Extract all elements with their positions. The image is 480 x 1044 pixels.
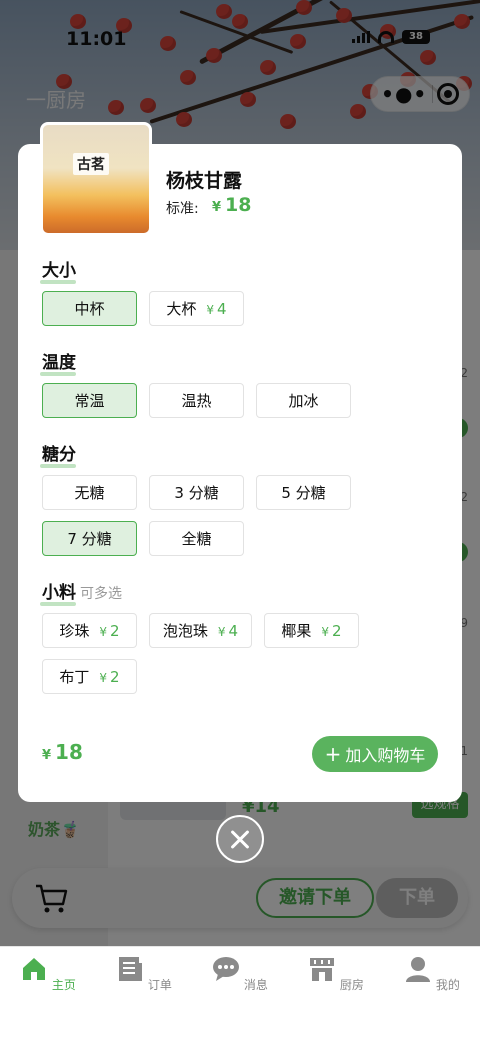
tab-messages[interactable]: 消息 <box>192 955 288 993</box>
kitchen-icon <box>310 958 335 981</box>
option-temp-warm[interactable]: 温热 <box>149 383 244 418</box>
option-size-large[interactable]: 大杯 ¥4 <box>149 291 244 326</box>
message-icon <box>213 957 240 981</box>
option-temp-ice[interactable]: 加冰 <box>256 383 351 418</box>
total-price: ¥18 <box>42 740 83 764</box>
product-price: ¥18 <box>212 194 252 216</box>
option-topping-pearl[interactable]: 珍珠 ¥2 <box>42 613 137 648</box>
option-sugar-50[interactable]: 5 分糖 <box>256 475 351 510</box>
product-image: 古茗 <box>40 122 152 236</box>
spec-popup: 杨枝甘露 标准: ¥18 大小 中杯 大杯 ¥4 温度 常温 温热 加冰 糖分 无… <box>18 144 462 802</box>
order-icon <box>119 957 143 981</box>
section-title-toppings: 小料 可多选 <box>40 578 122 606</box>
tab-home[interactable]: 主页 <box>0 955 96 993</box>
option-size-medium[interactable]: 中杯 <box>42 291 137 326</box>
tab-orders[interactable]: 订单 <box>96 955 192 993</box>
cup-logo-text: 古茗 <box>73 153 109 175</box>
close-popup-button[interactable] <box>216 815 264 863</box>
home-icon <box>23 958 46 980</box>
option-temp-room[interactable]: 常温 <box>42 383 137 418</box>
option-sugar-full[interactable]: 全糖 <box>149 521 244 556</box>
section-title-sugar: 糖分 <box>40 440 76 468</box>
plus-icon: + <box>324 742 342 766</box>
option-topping-coconut[interactable]: 椰果 ¥2 <box>264 613 359 648</box>
tab-kitchen[interactable]: 厨房 <box>288 955 384 993</box>
tab-bar: 主页 订单 消息 厨房 我的 <box>0 946 480 1044</box>
product-name: 杨枝甘露 <box>166 170 243 192</box>
multi-select-hint: 可多选 <box>80 586 122 602</box>
option-topping-popping-boba[interactable]: 泡泡珠 ¥4 <box>149 613 252 648</box>
section-title-temperature: 温度 <box>40 348 76 376</box>
standard-label: 标准: <box>166 201 199 217</box>
section-title-size: 大小 <box>40 256 76 284</box>
option-sugar-70[interactable]: 7 分糖 <box>42 521 137 556</box>
profile-icon <box>406 957 431 982</box>
option-sugar-30[interactable]: 3 分糖 <box>149 475 244 510</box>
option-topping-pudding[interactable]: 布丁 ¥2 <box>42 659 137 694</box>
add-to-cart-button[interactable]: + 加入购物车 <box>312 736 438 772</box>
option-sugar-none[interactable]: 无糖 <box>42 475 137 510</box>
tab-profile[interactable]: 我的 <box>384 955 480 993</box>
